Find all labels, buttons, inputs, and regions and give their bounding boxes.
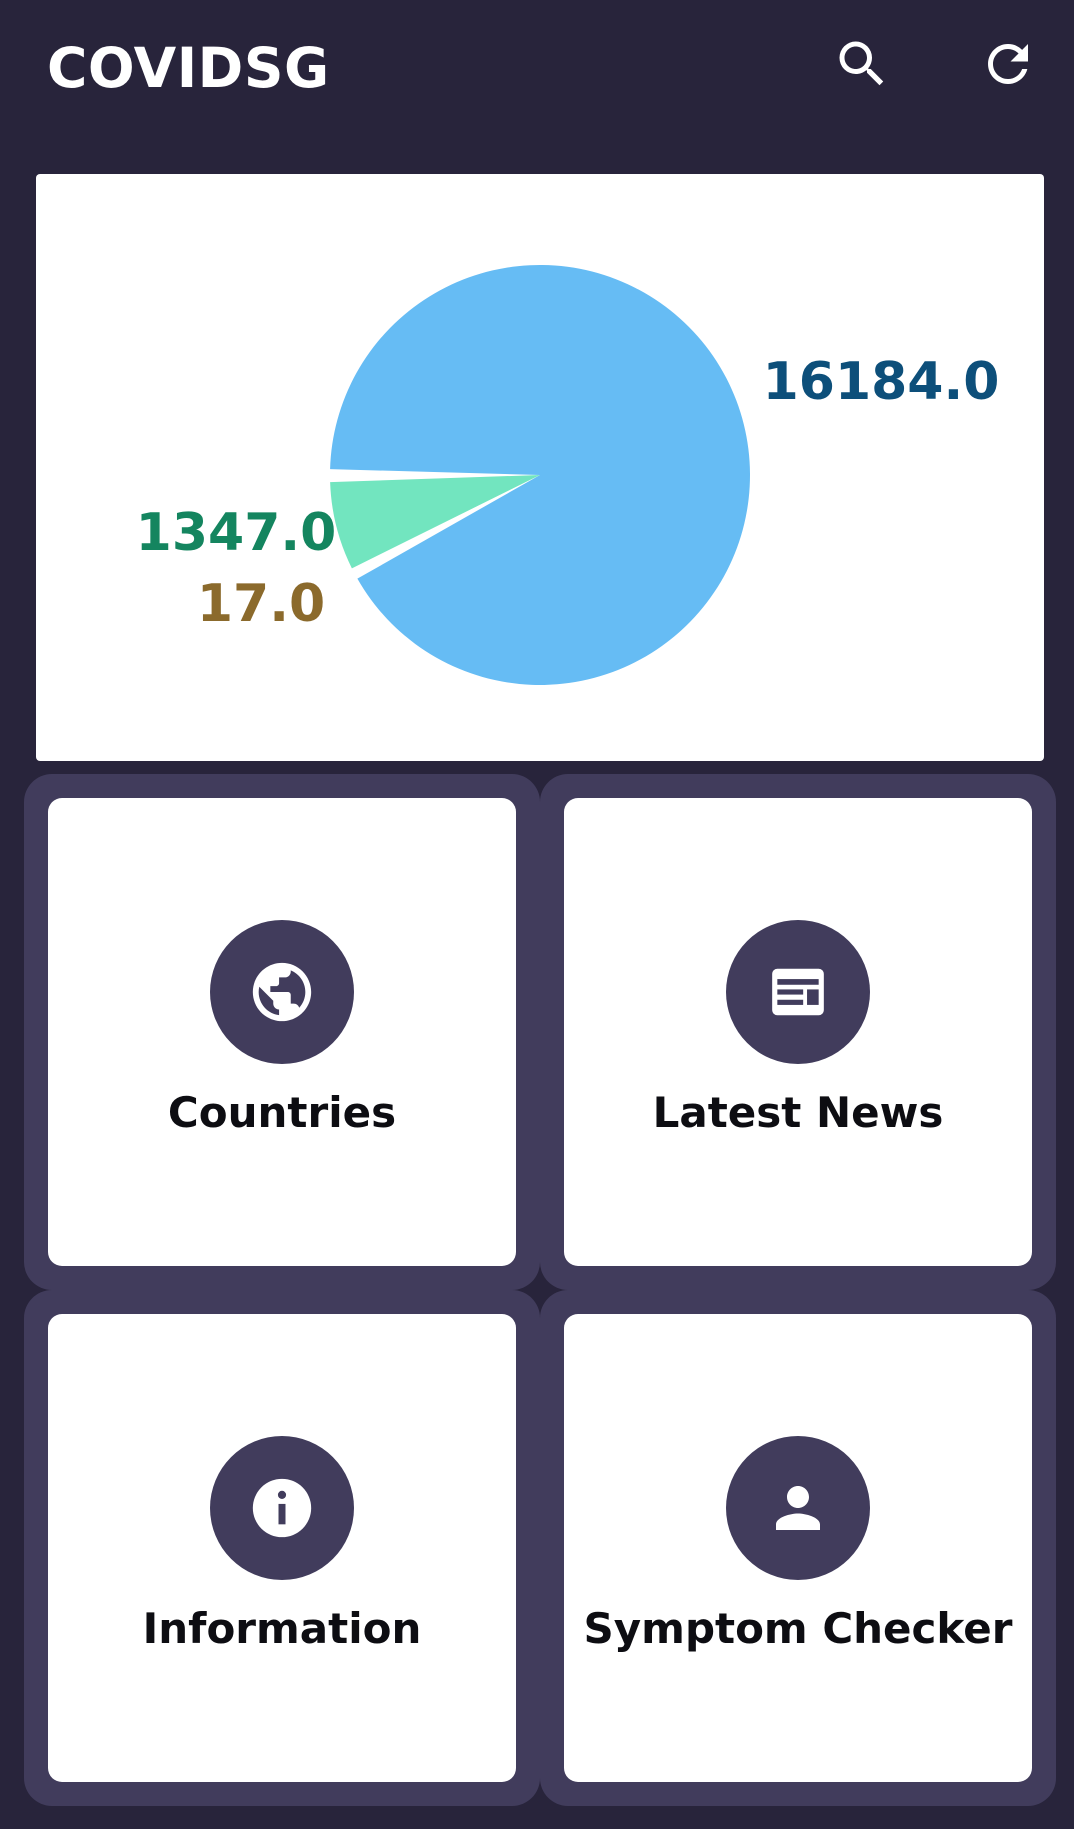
- pie-label-2: 17.0: [197, 574, 325, 634]
- symptom-checker-tile[interactable]: Symptom Checker: [564, 1314, 1032, 1782]
- person-icon: [776, 1486, 820, 1530]
- search-button[interactable]: [828, 30, 896, 98]
- information-icon-circle: [210, 1436, 354, 1580]
- app-title: COVIDSG: [47, 36, 330, 100]
- information-label: Information: [142, 1604, 422, 1653]
- countries-label: Countries: [167, 1088, 397, 1137]
- latest-news-icon-circle: [726, 920, 870, 1064]
- pie-label-1: 1347.0: [136, 503, 337, 563]
- refresh-icon: [988, 44, 1028, 84]
- latest-news-label: Latest News: [652, 1088, 944, 1137]
- symptom-checker-label: Symptom Checker: [583, 1604, 1013, 1653]
- countries-tile[interactable]: Countries: [48, 798, 516, 1266]
- tile-frame-symptom-checker: Symptom Checker: [540, 1290, 1056, 1806]
- countries-icon-circle: [210, 920, 354, 1064]
- cases-pie-chart: 16184.0 1347.0 17.0: [36, 174, 1044, 761]
- symptom-checker-icon-circle: [726, 1436, 870, 1580]
- info-icon: [252, 1478, 312, 1538]
- tile-frame-information: Information: [24, 1290, 540, 1806]
- latest-news-tile[interactable]: Latest News: [564, 798, 1032, 1266]
- refresh-button[interactable]: [974, 30, 1042, 98]
- search-icon: [839, 41, 884, 86]
- tile-frame-countries: Countries: [24, 774, 540, 1290]
- tile-frame-latest-news: Latest News: [540, 774, 1056, 1290]
- app-bar: COVIDSG: [0, 0, 1074, 132]
- globe-icon: [252, 962, 312, 1022]
- pie-slice-0: [330, 264, 750, 685]
- newspaper-icon: [772, 968, 824, 1016]
- pie-label-0: 16184.0: [763, 352, 1000, 412]
- information-tile[interactable]: Information: [48, 1314, 516, 1782]
